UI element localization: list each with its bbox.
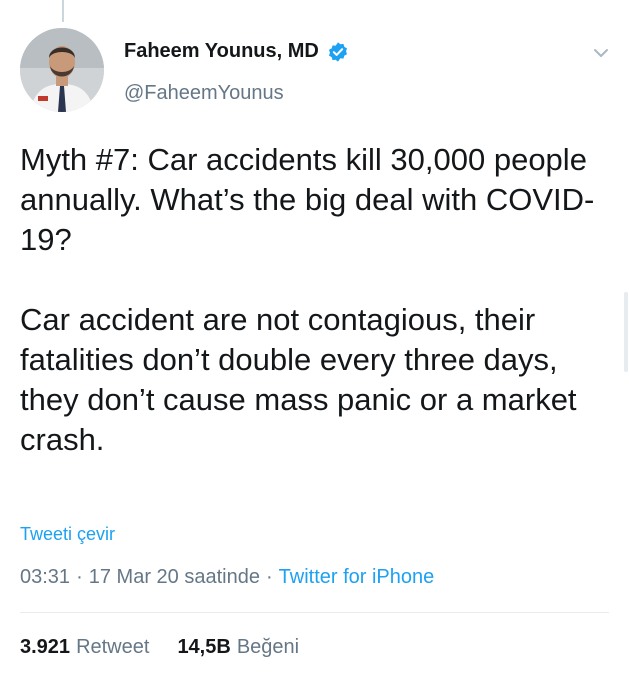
verified-badge-icon [327, 41, 349, 63]
name-row: Faheem Younus, MD [124, 40, 349, 63]
tweet-date[interactable]: 17 Mar 20 saatinde [89, 566, 260, 589]
tweet-source-link[interactable]: Twitter for iPhone [279, 566, 435, 589]
separator: · [265, 566, 273, 588]
retweet-count[interactable]: 3.921 [20, 636, 70, 659]
chevron-down-icon[interactable] [592, 44, 610, 62]
tweet-meta: 03:31 · 17 Mar 20 saatinde · Twitter for… [20, 566, 434, 589]
tweet-text: Myth #7: Car accidents kill 30,000 peopl… [20, 142, 595, 457]
avatar[interactable] [20, 28, 104, 112]
thread-line [62, 0, 64, 22]
tweet-stats: 3.921 Retweet 14,5B Beğeni [20, 636, 299, 659]
retweet-label[interactable]: Retweet [76, 636, 149, 659]
divider [20, 612, 609, 613]
translate-tweet-link[interactable]: Tweeti çevir [20, 524, 115, 545]
user-handle[interactable]: @FaheemYounus [124, 82, 284, 105]
tweet-time[interactable]: 03:31 [20, 566, 70, 589]
display-name[interactable]: Faheem Younus, MD [124, 40, 319, 63]
like-label[interactable]: Beğeni [237, 636, 299, 659]
like-count[interactable]: 14,5B [177, 636, 230, 659]
profile-photo-icon [20, 28, 104, 112]
separator: · [76, 566, 83, 588]
scrollbar[interactable] [624, 292, 628, 372]
